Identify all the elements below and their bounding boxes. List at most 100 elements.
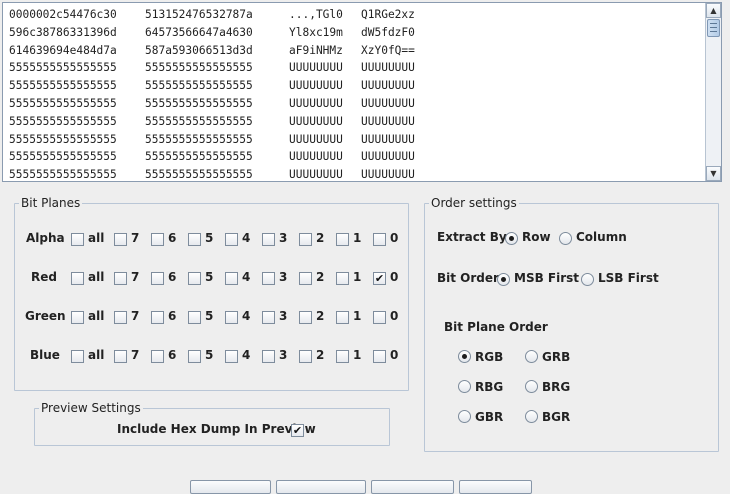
alpha-bit-2-label: 2	[316, 231, 325, 245]
green-bit-2-label: 2	[316, 309, 325, 323]
hex-dump-cell: 596c38786331396d	[9, 25, 117, 39]
green-bit-2-checkbox[interactable]	[299, 311, 312, 324]
bit-order-msb-radio[interactable]	[497, 273, 510, 286]
red-bit-2-checkbox[interactable]	[299, 272, 312, 285]
green-bit-6-checkbox[interactable]	[151, 311, 164, 324]
hex-dump-line: 5555555555555555 5555555555555555 UUUUUUUU…	[9, 59, 703, 77]
red-bit-6-checkbox[interactable]	[151, 272, 164, 285]
alpha-bit-7-checkbox[interactable]	[114, 233, 127, 246]
alpha-bit-1-label: 1	[353, 231, 362, 245]
alpha-bit-3-checkbox[interactable]	[262, 233, 275, 246]
hex-dump-area[interactable]: 0000002c54476c30 513152476532787a ...,TGl0…	[2, 2, 722, 182]
red-bit-5-checkbox[interactable]	[188, 272, 201, 285]
alpha-bit-1-checkbox[interactable]	[336, 233, 349, 246]
hex-dump-cell: Yl8xc19m	[289, 25, 343, 39]
hex-dump-cell: UUUUUUUU	[361, 150, 415, 164]
hex-dump-line: 5555555555555555 5555555555555555 UUUUUUUU…	[9, 166, 703, 182]
alpha-bit-4-checkbox[interactable]	[225, 233, 238, 246]
bottom-button-1[interactable]	[190, 480, 271, 494]
plane-order-bgr-radio[interactable]	[525, 410, 538, 423]
plane-order-rgb-radio[interactable]	[458, 350, 471, 363]
preview-settings-title: Preview Settings	[39, 401, 143, 415]
plane-order-brg-label: BRG	[542, 380, 571, 394]
blue-bit-7-checkbox[interactable]	[114, 350, 127, 363]
scroll-up-icon[interactable]: ▲	[706, 3, 721, 18]
green-bit-0-checkbox[interactable]	[373, 311, 386, 324]
hex-dump-cell: UUUUUUUU	[361, 114, 415, 128]
hex-dump-line: 0000002c54476c30 513152476532787a ...,TGl0…	[9, 6, 703, 24]
plane-order-grb-radio[interactable]	[525, 350, 538, 363]
red-bit-3-checkbox[interactable]	[262, 272, 275, 285]
hex-dump-cell: ...,TGl0	[289, 8, 343, 21]
scroll-down-icon[interactable]: ▼	[706, 166, 721, 181]
red-bit-6-label: 6	[168, 270, 177, 284]
hex-dump-cell: dW5fdzF0	[361, 25, 415, 39]
plane-order-brg-radio[interactable]	[525, 380, 538, 393]
bit-order-label: Bit Order	[437, 271, 499, 285]
blue-bit-6-checkbox[interactable]	[151, 350, 164, 363]
hex-dump-cell: 0000002c54476c30	[9, 8, 117, 21]
alpha-bit-5-label: 5	[205, 231, 214, 245]
blue-bit-5-label: 5	[205, 348, 214, 362]
alpha-bit-6-checkbox[interactable]	[151, 233, 164, 246]
plane-order-rbg-radio[interactable]	[458, 380, 471, 393]
scrollbar-thumb[interactable]	[707, 19, 720, 37]
plane-order-rbg-label: RBG	[475, 380, 504, 394]
extract-by-column-radio[interactable]	[559, 232, 572, 245]
alpha-bit-2-checkbox[interactable]	[299, 233, 312, 246]
green-bit-7-checkbox[interactable]	[114, 311, 127, 324]
hex-dump-cell: 5555555555555555	[145, 168, 253, 182]
red-bit-0-checkbox[interactable]: ✔	[373, 272, 386, 285]
green-bit-3-checkbox[interactable]	[262, 311, 275, 324]
red-bit-1-checkbox[interactable]	[336, 272, 349, 285]
blue-bit-7-label: 7	[131, 348, 140, 362]
alpha-all-checkbox[interactable]	[71, 233, 84, 246]
hex-dump-cell: 5555555555555555	[145, 114, 253, 128]
green-bit-1-checkbox[interactable]	[336, 311, 349, 324]
channel-label-blue: Blue	[30, 348, 60, 362]
blue-bit-5-checkbox[interactable]	[188, 350, 201, 363]
hex-dump-cell: UUUUUUUU	[361, 132, 415, 146]
hex-dump-cell: Q1RGe2xz	[361, 8, 415, 21]
alpha-bit-5-checkbox[interactable]	[188, 233, 201, 246]
plane-order-rgb-label: RGB	[475, 350, 504, 364]
vertical-scrollbar[interactable]: ▲ ▼	[705, 3, 721, 181]
blue-bit-3-checkbox[interactable]	[262, 350, 275, 363]
green-all-checkbox[interactable]	[71, 311, 84, 324]
blue-all-checkbox[interactable]	[71, 350, 84, 363]
hex-dump-cell: UUUUUUUU	[289, 132, 343, 146]
bit-order-lsb-label: LSB First	[598, 271, 659, 285]
hex-dump-line: 5555555555555555 5555555555555555 UUUUUUUU…	[9, 131, 703, 149]
plane-order-bgr-label: BGR	[542, 410, 571, 424]
blue-bit-2-checkbox[interactable]	[299, 350, 312, 363]
red-bit-4-checkbox[interactable]	[225, 272, 238, 285]
hex-dump-cell: UUUUUUUU	[289, 61, 343, 75]
green-bit-5-checkbox[interactable]	[188, 311, 201, 324]
hex-dump-cell: 513152476532787a	[145, 8, 253, 21]
red-bit-7-checkbox[interactable]	[114, 272, 127, 285]
include-hex-dump-checkbox[interactable]: ✔	[291, 424, 304, 437]
hex-dump-cell: 587a593066513d3d	[145, 43, 253, 57]
hex-dump-cell: 5555555555555555	[9, 132, 117, 146]
hex-dump-cell: 614639694e484d7a	[9, 43, 117, 57]
include-hex-dump-label: Include Hex Dump In Preview	[117, 422, 316, 436]
blue-bit-0-checkbox[interactable]	[373, 350, 386, 363]
hex-dump-cell: 5555555555555555	[145, 79, 253, 93]
green-bit-4-checkbox[interactable]	[225, 311, 238, 324]
bottom-button-3[interactable]	[371, 480, 454, 494]
blue-bit-4-checkbox[interactable]	[225, 350, 238, 363]
plane-order-gbr-radio[interactable]	[458, 410, 471, 423]
extract-by-row-radio[interactable]	[505, 232, 518, 245]
bottom-button-2[interactable]	[276, 480, 366, 494]
blue-bit-1-checkbox[interactable]	[336, 350, 349, 363]
red-all-checkbox[interactable]	[71, 272, 84, 285]
red-all-label: all	[88, 270, 105, 284]
alpha-bit-6-label: 6	[168, 231, 177, 245]
green-bit-3-label: 3	[279, 309, 288, 323]
bit-order-lsb-radio[interactable]	[581, 273, 594, 286]
alpha-bit-0-checkbox[interactable]	[373, 233, 386, 246]
hex-dump-line: 614639694e484d7a 587a593066513d3d aF9iNHMz…	[9, 42, 703, 60]
green-bit-1-label: 1	[353, 309, 362, 323]
bottom-button-4[interactable]	[459, 480, 532, 494]
hex-dump-cell: UUUUUUUU	[289, 114, 343, 128]
